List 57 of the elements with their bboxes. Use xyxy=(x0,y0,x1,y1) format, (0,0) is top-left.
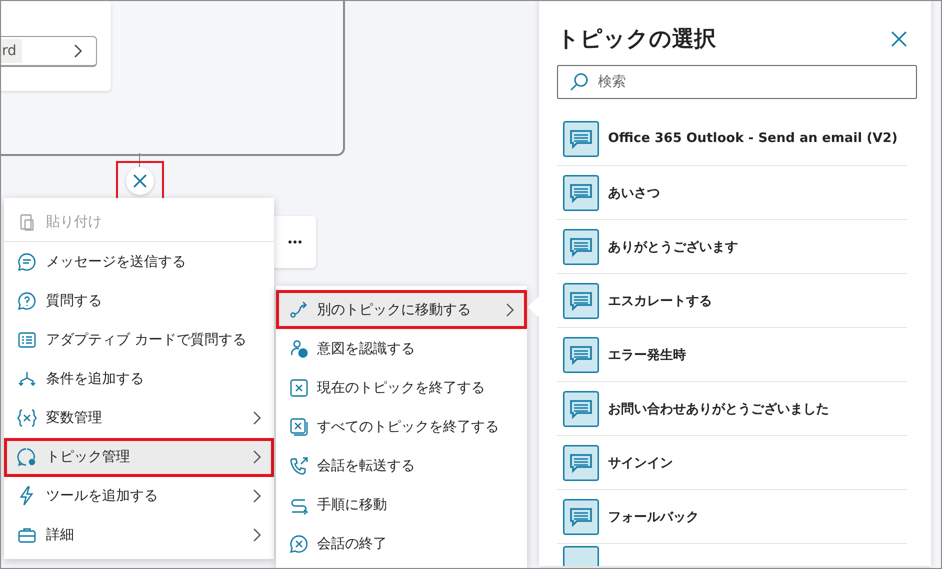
panel-title: トピックの選択 xyxy=(557,26,716,54)
variable-icon xyxy=(17,408,37,428)
menu-item[interactable]: アダプティブ カードで質問する xyxy=(4,320,274,360)
close-icon xyxy=(133,174,147,188)
chat-bubble-icon xyxy=(563,390,599,426)
endchat-icon xyxy=(289,534,309,554)
topic-item[interactable]: お問い合わせありがとうございました xyxy=(557,382,907,436)
endall-icon xyxy=(289,416,309,437)
chevron-icon xyxy=(506,302,514,317)
topic-item[interactable]: エスカレートする xyxy=(557,274,907,328)
card-icon xyxy=(17,330,37,350)
menu-item[interactable]: すべてのトピックを終了する xyxy=(276,407,527,447)
chat-bubble-icon xyxy=(563,228,599,264)
chat-bubble-icon xyxy=(563,498,599,534)
topic-icon xyxy=(17,447,37,468)
menu-item[interactable]: 条件を追加する xyxy=(4,359,274,399)
topic-item[interactable]: ありがとうございます xyxy=(557,220,907,274)
topic-item[interactable]: フォールバック xyxy=(557,490,907,544)
chat-bubble-icon xyxy=(563,336,599,372)
chat-bubble-icon xyxy=(563,444,599,480)
menu-item[interactable]: 会話を転送する xyxy=(276,446,527,486)
menu-item[interactable]: 別のトピックに移動する xyxy=(276,290,527,330)
message-icon xyxy=(17,252,37,272)
chat-bubble-icon xyxy=(563,282,599,318)
topic-item[interactable]: Office 365 Outlook - Send an email (V2) xyxy=(557,112,907,166)
menu-item[interactable]: 手順に移動 xyxy=(276,486,527,525)
topic-item[interactable]: あいさつ xyxy=(557,166,907,220)
phone-icon xyxy=(289,456,309,476)
menu-item[interactable]: トピック管理 xyxy=(4,438,274,477)
menu-item[interactable]: メッセージを送信する xyxy=(4,242,274,282)
more-icon[interactable] xyxy=(288,240,302,244)
chevron-icon xyxy=(253,489,261,504)
node-field[interactable]: rd xyxy=(1,36,97,67)
field-tag: rd xyxy=(1,39,22,63)
menu-item[interactable]: 意図を認識する xyxy=(276,329,527,368)
menu-item[interactable]: ツールを追加する xyxy=(4,476,274,516)
chevron-icon xyxy=(74,44,82,58)
topic-item[interactable]: サインイン xyxy=(557,436,907,490)
chat-bubble-icon xyxy=(563,120,599,156)
intent-icon xyxy=(289,338,309,359)
menu-item[interactable]: 詳細 xyxy=(4,516,274,555)
menu-item[interactable]: 質問する xyxy=(4,281,274,320)
chevron-icon xyxy=(253,450,261,464)
close-button[interactable] xyxy=(126,167,154,195)
endbox-icon xyxy=(289,378,309,398)
chat-bubble-icon xyxy=(563,174,599,210)
redirect-icon xyxy=(289,300,309,320)
menu-item[interactable]: 現在のトピックを終了する xyxy=(276,368,527,408)
chevron-icon xyxy=(253,411,261,426)
menu-item[interactable]: 会話の終了 xyxy=(276,524,527,564)
search-field[interactable]: 検索 xyxy=(557,65,917,99)
question-icon xyxy=(17,290,37,311)
close-icon[interactable] xyxy=(891,31,907,47)
menu-item[interactable]: 変数管理 xyxy=(4,398,274,438)
topic-item[interactable]: エラー発生時 xyxy=(557,328,907,382)
search-icon xyxy=(569,72,589,92)
chevron-icon xyxy=(253,528,261,542)
